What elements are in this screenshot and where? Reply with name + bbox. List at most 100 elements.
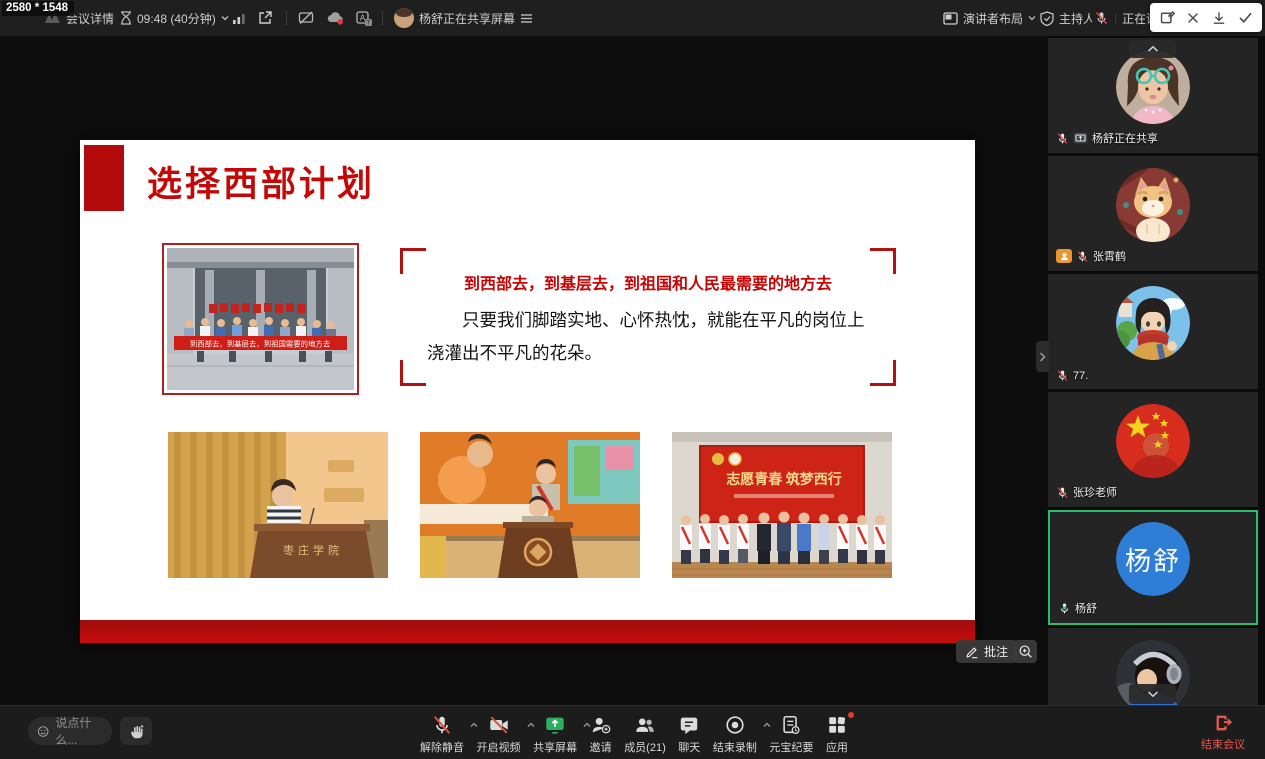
host-tools-label: 主持人工	[1059, 10, 1092, 27]
open-external-button[interactable]	[258, 0, 273, 36]
layout-button[interactable]: 演讲者布局	[943, 0, 1036, 36]
photo-volunteer-collage	[420, 432, 640, 578]
avatar	[1116, 50, 1190, 124]
top-bar: 会议详情 09:48 (40分钟) AT 杨舒正在共享屏幕	[0, 0, 1265, 36]
layout-button-label: 演讲者布局	[963, 10, 1023, 27]
chevron-down-icon	[1028, 14, 1036, 22]
quote-body: 只要我们脚踏实地、心怀热忱，就能在平凡的岗位上浇灌出不平凡的花朵。	[427, 304, 869, 371]
slide-footer-bar	[80, 620, 975, 643]
participant-name: 杨舒	[1075, 600, 1097, 616]
control-bar: 说点什么... 解除静音 开启视频 共享屏幕 邀请	[0, 705, 1265, 759]
annotate-label: 批注	[984, 643, 1008, 660]
ai-notes-button[interactable]: 元宝纪要	[767, 712, 819, 755]
timer-label: 09:48 (40分钟)	[137, 10, 216, 27]
share-screen-button[interactable]: 共享屏幕	[531, 712, 583, 755]
sidebar-collapse-up-button[interactable]	[1129, 40, 1176, 58]
participant-name: 张霄鹤	[1093, 248, 1126, 264]
quote-block: 到西部去，到基层去，到祖国和人民最需要的地方去 只要我们脚踏实地、心怀热忱，就能…	[400, 248, 896, 386]
meeting-window: 会议详情 09:48 (40分钟) AT 杨舒正在共享屏幕	[0, 0, 1265, 759]
mic-muted-icon	[1056, 132, 1069, 145]
sharer-avatar	[394, 8, 414, 28]
quote-heading: 到西部去，到基层去，到祖国和人民最需要的地方去	[400, 270, 896, 294]
slide-title: 选择西部计划	[147, 156, 375, 207]
sidebar-scroll-down-button[interactable]	[1129, 684, 1176, 704]
stop-recording-button[interactable]: 结束录制	[711, 712, 763, 755]
participant-tile-speaking[interactable]: 杨舒 杨舒	[1048, 510, 1258, 625]
quick-chat-input[interactable]: 说点什么...	[28, 717, 112, 745]
chevron-up-icon	[1147, 45, 1159, 53]
cloud-record-indicator[interactable]	[326, 0, 344, 36]
photo-group-banner: 到西部去，到基层去，到祖国需要的地方去	[162, 243, 359, 395]
divider	[286, 11, 287, 25]
mic-muted-icon	[431, 714, 453, 736]
cloud-icon	[326, 11, 344, 25]
layout-icon	[943, 12, 958, 25]
translate-icon: AT	[356, 11, 372, 26]
sharing-banner[interactable]: 杨舒正在共享屏幕	[394, 0, 533, 36]
participant-name: 杨舒正在共享	[1092, 130, 1158, 146]
notes-doc-icon	[780, 714, 802, 736]
divider	[382, 11, 383, 25]
raise-hand-button[interactable]	[120, 717, 152, 745]
capture-download-button[interactable]	[1208, 7, 1230, 29]
banner-text: 到西部去，到基层去，到祖国需要的地方去	[190, 340, 331, 349]
invite-icon	[590, 714, 612, 736]
record-disabled-indicator[interactable]	[298, 0, 314, 36]
participant-tile[interactable]: 77.	[1048, 274, 1258, 389]
zoom-in-button[interactable]	[1014, 640, 1037, 663]
signal-bars-icon	[232, 12, 246, 25]
capture-confirm-button[interactable]	[1234, 7, 1256, 29]
avatar: 杨舒	[1116, 522, 1190, 596]
podium-text: 枣庄学院	[283, 543, 343, 557]
screen-record-off-icon	[298, 11, 314, 25]
raise-hand-icon	[128, 723, 145, 740]
shield-icon	[1040, 11, 1054, 26]
participant-label: 杨舒	[1058, 600, 1097, 616]
annotate-button[interactable]: 批注	[956, 640, 1017, 663]
photo-award-ceremony: 志愿青春 筑梦西行	[672, 432, 892, 578]
capture-size-label: 2580 * 1548	[2, 1, 74, 16]
presentation-slide: 选择西部计划	[80, 140, 975, 643]
capture-edit-button[interactable]	[1156, 7, 1178, 29]
capture-close-button[interactable]	[1182, 7, 1204, 29]
screen-share-badge-icon	[1073, 132, 1088, 144]
sidebar-collapse-handle[interactable]	[1036, 341, 1049, 372]
end-meeting-button[interactable]: 结束会议	[1201, 712, 1245, 752]
chevron-right-icon	[1039, 352, 1046, 362]
pen-icon	[965, 645, 979, 659]
end-meeting-icon	[1212, 712, 1234, 734]
unmute-button[interactable]: 解除静音	[418, 712, 470, 755]
mic-muted-icon	[1094, 10, 1109, 26]
network-status-icon[interactable]	[232, 0, 246, 36]
participant-name: 张珍老师	[1073, 484, 1117, 500]
host-tools-button[interactable]: 主持人工	[1040, 0, 1092, 36]
sharing-banner-label: 杨舒正在共享屏幕	[419, 10, 515, 27]
capture-toolbar	[1150, 3, 1262, 32]
hourglass-icon	[120, 11, 132, 25]
members-button[interactable]: 成员(21)	[622, 712, 672, 755]
chevron-down-icon	[1147, 690, 1159, 698]
svg-text:A: A	[360, 13, 366, 22]
menu-icon[interactable]	[520, 13, 533, 24]
participant-label: 张霄鹤	[1056, 248, 1126, 264]
toolbar-center: 解除静音 开启视频 共享屏幕 邀请 成员(21)	[418, 712, 854, 755]
participant-tile-host[interactable]: 张霄鹤	[1048, 156, 1258, 271]
participant-label: 杨舒正在共享	[1056, 130, 1158, 146]
avatar	[1116, 286, 1190, 360]
end-meeting-label: 结束会议	[1201, 736, 1245, 752]
start-video-button[interactable]: 开启视频	[475, 712, 527, 755]
chat-button[interactable]: 聊天	[676, 712, 706, 755]
svg-text:T: T	[367, 20, 371, 25]
avatar-initials: 杨舒	[1116, 522, 1190, 596]
apps-button[interactable]: 应用	[824, 712, 854, 755]
chevron-down-icon	[221, 14, 229, 22]
caption-translate-button[interactable]: AT	[356, 0, 372, 36]
participant-name: 77.	[1073, 370, 1088, 382]
participant-tile[interactable]: 张珍老师	[1048, 392, 1258, 507]
members-icon	[634, 714, 656, 736]
meeting-timer[interactable]: 09:48 (40分钟)	[120, 0, 229, 36]
record-icon	[724, 714, 746, 736]
invite-button[interactable]: 邀请	[588, 712, 618, 755]
avatar	[1116, 168, 1190, 242]
backdrop-text: 志愿青春 筑梦西行	[726, 471, 842, 488]
